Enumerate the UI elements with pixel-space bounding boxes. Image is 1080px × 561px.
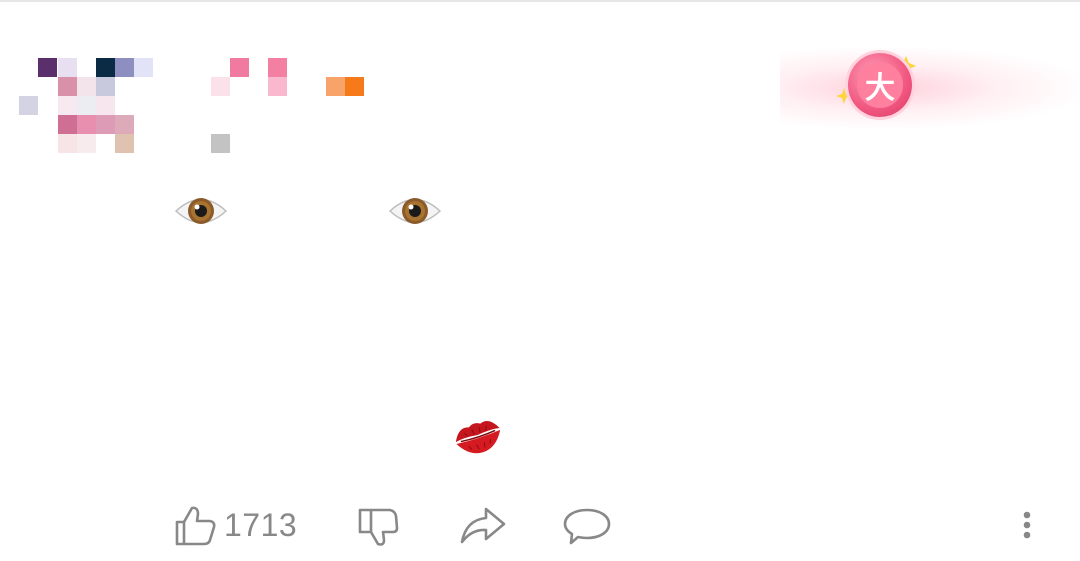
like-count: 1713 <box>224 506 298 543</box>
kiss-mark-icon <box>455 421 501 454</box>
share-button[interactable] <box>458 495 508 555</box>
da-badge-icon: 大 <box>848 53 912 117</box>
dislike-button[interactable] <box>356 495 402 555</box>
like-button[interactable]: 1713 <box>172 495 297 555</box>
thumb-down-icon <box>358 508 399 546</box>
share-arrow-icon <box>460 507 506 544</box>
eye-left-emoji <box>172 186 230 245</box>
lips-emoji <box>452 413 504 463</box>
thumb-up-icon <box>175 506 216 546</box>
speech-bubble-icon <box>563 508 611 545</box>
eye-right-emoji <box>386 186 444 245</box>
eye-icon <box>174 198 228 224</box>
author-badge-area[interactable]: 大 <box>760 40 1080 135</box>
eye-icon <box>388 198 442 224</box>
vertical-dots-icon <box>1023 511 1031 539</box>
badge-text: 大 <box>857 62 903 108</box>
comment-action-bar: 1713 <box>0 495 1080 555</box>
more-options-button[interactable] <box>1014 495 1040 555</box>
censored-author-area[interactable] <box>0 0 400 170</box>
reply-button[interactable] <box>562 495 612 555</box>
